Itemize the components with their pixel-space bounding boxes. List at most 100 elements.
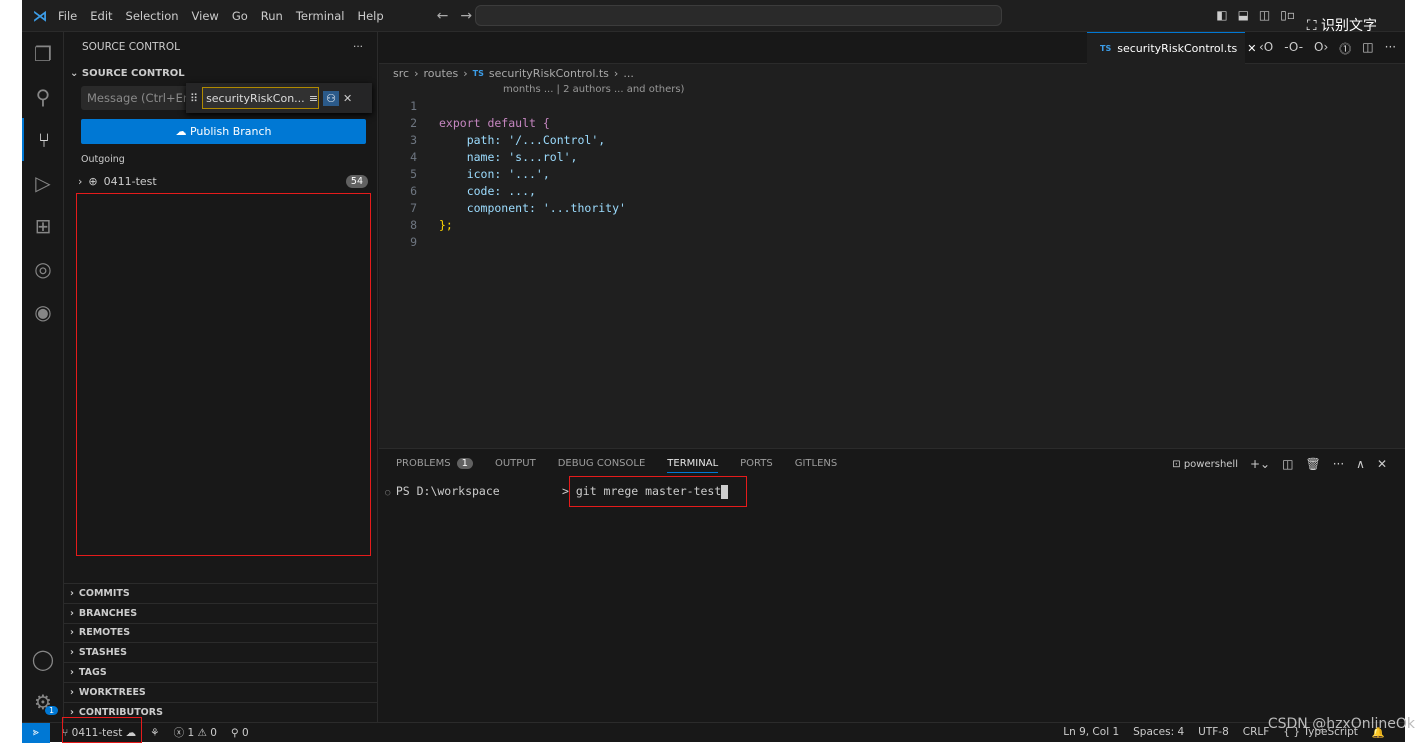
git-graph-status-icon[interactable]: ⚘ bbox=[150, 727, 159, 739]
tab-label: securityRiskControl.ts bbox=[1117, 42, 1238, 55]
match-author-icon[interactable]: ⚇ bbox=[323, 90, 339, 106]
close-panel-icon[interactable]: ✕ bbox=[1377, 457, 1387, 471]
previous-change-icon[interactable]: -O- bbox=[1284, 40, 1303, 57]
menu-run[interactable]: Run bbox=[261, 9, 283, 23]
problems-badge: 1 bbox=[456, 458, 473, 469]
tab-securityriskcontrol[interactable]: TS securityRiskControl.ts ✕ bbox=[1087, 32, 1256, 64]
blame-icon[interactable]: ⓵ bbox=[1339, 40, 1351, 57]
explorer-icon[interactable]: ❐ bbox=[22, 32, 64, 75]
chevron-down-icon[interactable]: ⌄ bbox=[70, 68, 82, 79]
cursor-position[interactable]: Ln 9, Col 1 bbox=[1063, 726, 1119, 739]
tab-problems[interactable]: PROBLEMS 1 bbox=[396, 458, 473, 473]
section-stashes[interactable]: › STASHES bbox=[64, 642, 378, 662]
open-changes-icon[interactable]: ‹O bbox=[1259, 40, 1273, 57]
menu-go[interactable]: Go bbox=[232, 9, 248, 23]
back-arrow-icon[interactable]: ← bbox=[437, 8, 449, 24]
run-debug-icon[interactable]: ▷ bbox=[22, 161, 64, 204]
close-tab-icon[interactable]: ✕ bbox=[1247, 42, 1256, 55]
problems-status[interactable]: ⓧ 1 ⚠ 0 bbox=[174, 725, 217, 740]
breadcrumb-src[interactable]: src bbox=[393, 67, 409, 80]
command-highlight-box bbox=[569, 476, 747, 507]
section-tags[interactable]: › TAGS bbox=[64, 662, 378, 682]
split-editor-icon[interactable]: ◫ bbox=[1362, 40, 1373, 57]
search-icon[interactable]: ⚲ bbox=[22, 75, 64, 118]
customize-layout-icon[interactable]: ▯▫ bbox=[1280, 8, 1295, 22]
more-icon[interactable]: ··· bbox=[1385, 40, 1396, 57]
trash-icon[interactable]: 🗑 bbox=[1305, 457, 1320, 471]
eol[interactable]: CRLF bbox=[1243, 726, 1270, 739]
section-remotes[interactable]: › REMOTES bbox=[64, 622, 378, 643]
sidebar-title: SOURCE CONTROL bbox=[82, 41, 180, 53]
toggle-panel-icon[interactable]: ⬓ bbox=[1238, 8, 1249, 22]
accounts-icon[interactable]: ◯ bbox=[22, 637, 64, 680]
source-control-icon[interactable]: ⑂ bbox=[22, 118, 64, 161]
outgoing-branch-item[interactable]: › ⊕ 0411-test 54 bbox=[78, 172, 368, 190]
publish-branch-button[interactable]: ☁ Publish Branch bbox=[81, 119, 366, 144]
find-input[interactable]: securityRiskCon... ≡ bbox=[202, 87, 320, 109]
line-number: 7 bbox=[410, 201, 417, 215]
new-terminal-icon[interactable]: +⌄ bbox=[1250, 457, 1270, 471]
menu-edit[interactable]: Edit bbox=[90, 9, 112, 23]
remote-icon[interactable]: ⪢ bbox=[22, 722, 50, 743]
find-value: securityRiskCon... bbox=[206, 91, 305, 105]
git-graph-icon[interactable]: ◎ bbox=[22, 247, 64, 290]
vscode-window: ⋊ File Edit Selection View Go Run Termin… bbox=[22, 0, 1405, 743]
tab-gitlens[interactable]: GITLENS bbox=[795, 458, 838, 473]
title-bar: ⋊ File Edit Selection View Go Run Termin… bbox=[22, 0, 1405, 34]
terminal-shell-selector[interactable]: ⊡ powershell bbox=[1172, 459, 1238, 470]
tab-debug-console[interactable]: DEBUG CONSOLE bbox=[558, 458, 646, 473]
code-line: component: '...thority' bbox=[439, 201, 626, 215]
breadcrumb-symbol[interactable]: ... bbox=[623, 67, 634, 80]
next-change-icon[interactable]: O› bbox=[1314, 40, 1328, 57]
commit-count-badge: 54 bbox=[345, 174, 368, 188]
split-terminal-icon[interactable]: ◫ bbox=[1282, 457, 1293, 471]
section-branches[interactable]: › BRANCHES bbox=[64, 602, 378, 623]
gitlens-codelens[interactable]: months ... | 2 authors ... and others) bbox=[503, 84, 684, 95]
menu-view[interactable]: View bbox=[192, 9, 219, 23]
gitlens-icon[interactable]: ◉ bbox=[22, 290, 64, 333]
menu-bar: File Edit Selection View Go Run Terminal… bbox=[58, 9, 397, 23]
section-header[interactable]: SOURCE CONTROL bbox=[82, 68, 185, 79]
activity-bar: ❐ ⚲ ⑂ ▷ ⊞ ◎ ◉ ◯ ⚙ 1 bbox=[22, 32, 64, 722]
menu-help[interactable]: Help bbox=[357, 9, 383, 23]
tab-terminal[interactable]: TERMINAL bbox=[667, 458, 719, 473]
menu-terminal[interactable]: Terminal bbox=[296, 9, 345, 23]
toggle-secondary-sidebar-icon[interactable]: ◫ bbox=[1259, 8, 1270, 22]
publish-label: Publish Branch bbox=[189, 125, 272, 138]
tab-ports[interactable]: PORTS bbox=[740, 458, 773, 473]
command-center-search[interactable] bbox=[475, 5, 1002, 26]
terminal-panel: PROBLEMS 1 OUTPUT DEBUG CONSOLE TERMINAL … bbox=[379, 448, 1405, 722]
section-worktrees[interactable]: › WORKTREES bbox=[64, 681, 378, 702]
indentation[interactable]: Spaces: 4 bbox=[1133, 726, 1184, 739]
vscode-logo-icon: ⋊ bbox=[32, 6, 48, 25]
branch-name: 0411-test bbox=[103, 174, 157, 188]
breadcrumb-routes[interactable]: routes bbox=[423, 67, 458, 80]
find-widget: ⠿ securityRiskCon... ≡ ⚇ ✕ bbox=[186, 83, 372, 113]
filter-icon[interactable]: ≡ bbox=[309, 92, 318, 105]
forward-arrow-icon[interactable]: → bbox=[460, 8, 472, 24]
drag-handle-icon[interactable]: ⠿ bbox=[190, 92, 198, 105]
settings-gear-icon[interactable]: ⚙ 1 bbox=[22, 680, 64, 723]
more-icon[interactable]: ··· bbox=[1333, 457, 1344, 471]
code-line: }; bbox=[439, 218, 453, 232]
editor-tabs: TS securityRiskControl.ts ✕ ‹O -O- O› ⓵ ◫ ··· bbox=[379, 32, 1405, 64]
outgoing-label: Outgoing bbox=[81, 154, 125, 165]
breadcrumb-file[interactable]: securityRiskControl.ts bbox=[489, 67, 609, 80]
code-line: name: 's...rol', bbox=[439, 150, 578, 164]
tab-output[interactable]: OUTPUT bbox=[495, 458, 536, 473]
terminal-prompt: PS D:\workspace bbox=[395, 484, 500, 498]
ports-status[interactable]: ⚲ 0 bbox=[231, 727, 249, 739]
section-commits[interactable]: › COMMITS bbox=[64, 583, 378, 603]
maximize-panel-icon[interactable]: ∧ bbox=[1356, 457, 1365, 471]
line-number: 2 bbox=[410, 116, 417, 130]
toggle-sidebar-icon[interactable]: ◧ bbox=[1216, 8, 1227, 22]
more-actions-icon[interactable]: ··· bbox=[353, 41, 363, 53]
status-bar: ⪢ ⑂ 0411-test ☁ ⚘ ⓧ 1 ⚠ 0 ⚲ 0 Ln 9, Col … bbox=[22, 717, 1405, 743]
menu-selection[interactable]: Selection bbox=[126, 9, 179, 23]
code-line: export default { bbox=[439, 116, 550, 130]
close-icon[interactable]: ✕ bbox=[343, 92, 352, 105]
menu-file[interactable]: File bbox=[58, 9, 77, 23]
code-line: path: '/...Control', bbox=[439, 133, 606, 147]
extensions-icon[interactable]: ⊞ bbox=[22, 204, 64, 247]
encoding[interactable]: UTF-8 bbox=[1198, 726, 1229, 739]
